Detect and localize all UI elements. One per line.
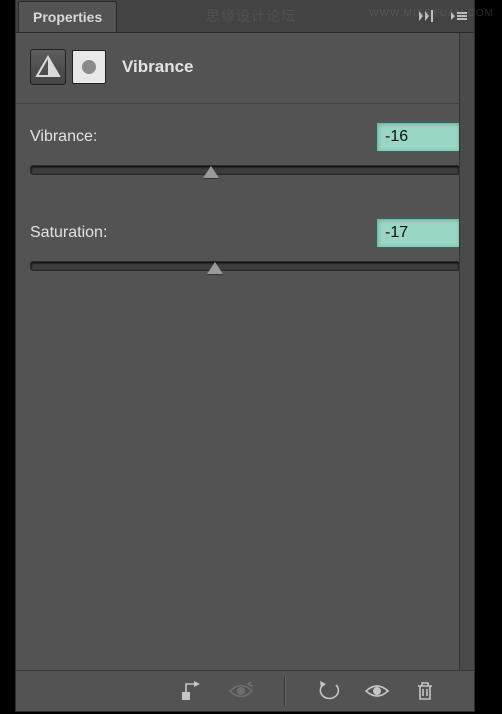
layer-mask-icon[interactable] xyxy=(72,50,106,84)
panel-footer xyxy=(16,670,474,711)
vibrance-label: Vibrance: xyxy=(30,128,97,146)
saturation-slider[interactable] xyxy=(30,258,460,274)
reset-button[interactable] xyxy=(314,676,344,706)
clip-to-layer-button[interactable] xyxy=(178,676,208,706)
scrollbar[interactable] xyxy=(459,33,474,671)
adjustment-title: Vibrance xyxy=(122,57,194,77)
properties-panel: Properties Vibrance Vibrance: -16 xyxy=(15,0,475,712)
tab-properties[interactable]: Properties xyxy=(18,1,117,32)
view-previous-state-button[interactable] xyxy=(226,676,256,706)
panel-body: Vibrance: -16 Saturation: -17 xyxy=(16,104,474,322)
saturation-label: Saturation: xyxy=(30,224,107,242)
saturation-value-input[interactable]: -17 xyxy=(376,218,460,248)
footer-separator xyxy=(284,676,286,706)
vibrance-slider[interactable] xyxy=(30,162,460,178)
watermark-center: 思缘设计论坛 xyxy=(206,6,296,26)
saturation-slider-thumb[interactable] xyxy=(207,262,223,274)
vibrance-value-input[interactable]: -16 xyxy=(376,122,460,152)
toggle-visibility-button[interactable] xyxy=(362,676,392,706)
control-row-vibrance: Vibrance: -16 xyxy=(30,122,460,178)
saturation-slider-track xyxy=(30,261,460,271)
delete-button[interactable] xyxy=(410,676,440,706)
watermark-right: WWW.MISSYUAN.COM xyxy=(369,8,494,19)
vibrance-slider-track xyxy=(30,165,460,175)
adjustment-header: Vibrance xyxy=(16,33,474,104)
control-row-saturation: Saturation: -17 xyxy=(30,218,460,274)
vibrance-icon[interactable] xyxy=(30,49,66,85)
vibrance-slider-thumb[interactable] xyxy=(203,166,219,178)
